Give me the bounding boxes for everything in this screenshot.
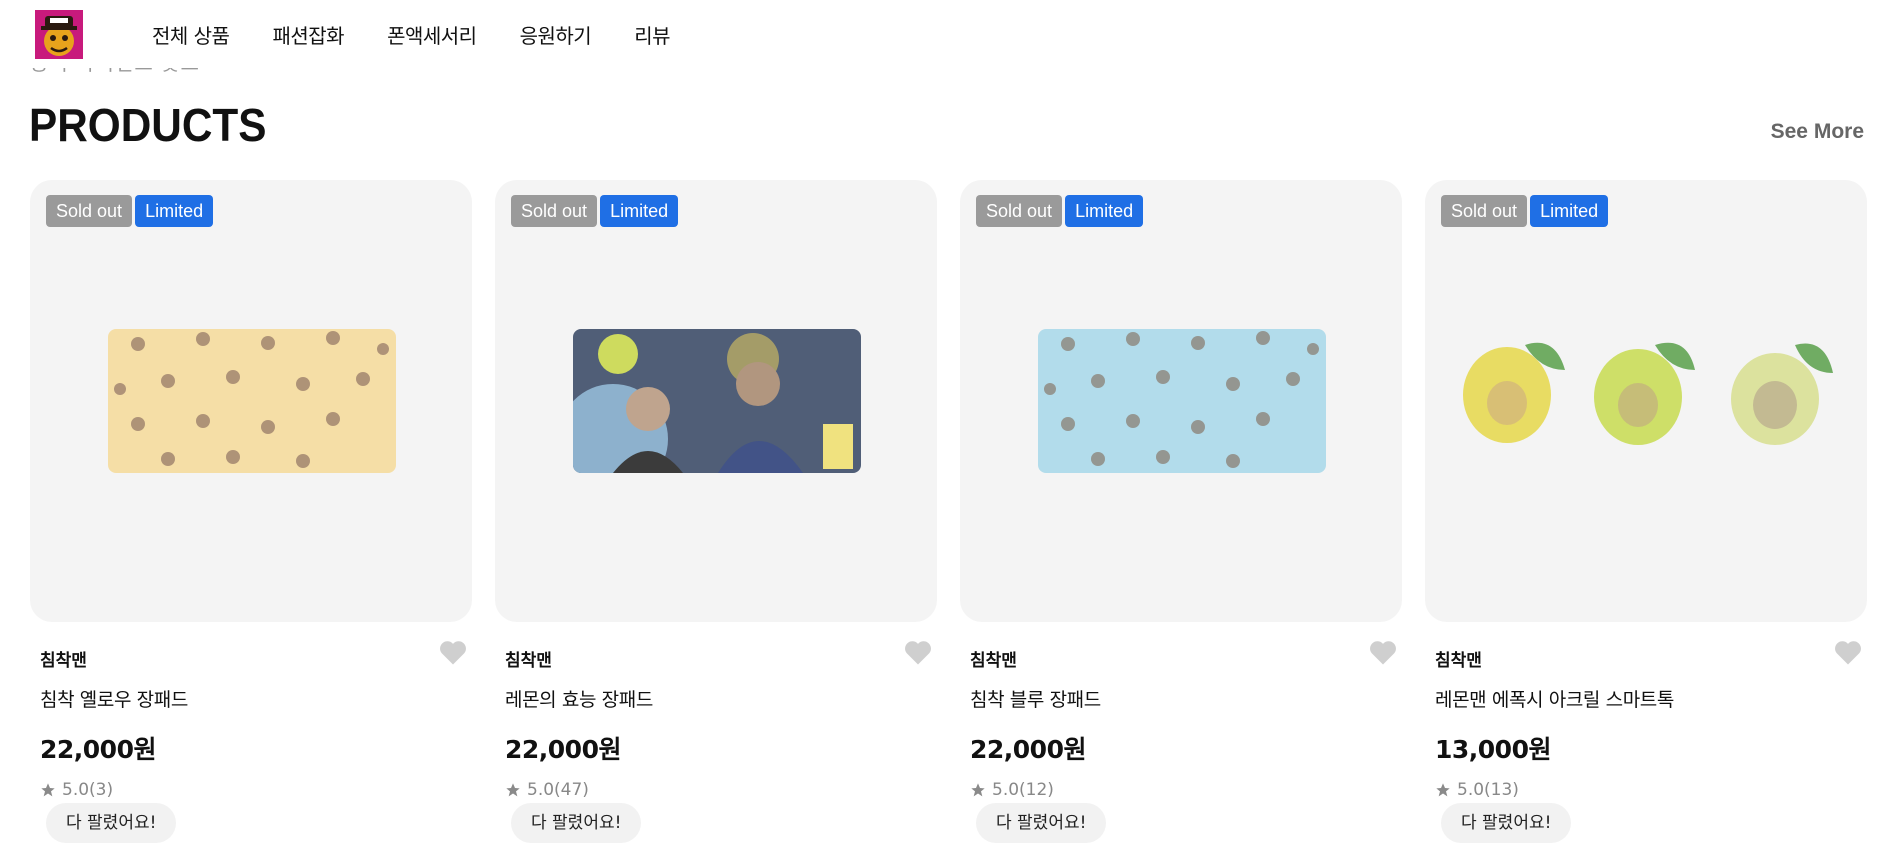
main-nav: 전체 상품 패션잡화 폰액세서리 응원하기 리뷰 (152, 20, 713, 49)
star-icon (506, 783, 520, 797)
product-image (1455, 315, 1845, 475)
limited-badge: Limited (1530, 195, 1609, 227)
heart-icon[interactable] (1368, 638, 1398, 666)
heart-icon[interactable] (903, 638, 933, 666)
limited-badge: Limited (135, 195, 214, 227)
product-brand: 침착맨 (505, 651, 552, 671)
product-price: 22,000원 (40, 735, 156, 764)
soldout-badge: Sold out (1441, 195, 1528, 227)
sold-out-button[interactable]: 다 팔렸어요! (511, 803, 642, 843)
nav-item-review[interactable]: 리뷰 (634, 20, 670, 49)
soldout-badge: Sold out (46, 195, 133, 227)
rating-value: 5.0 (1457, 780, 1485, 800)
product-info: 침착맨 침착 블루 장패드 22,000원 5.0 (12) (970, 641, 1402, 800)
soldout-badge: Sold out (511, 195, 598, 227)
product-brand: 침착맨 (40, 651, 87, 671)
review-count: (3) (89, 780, 114, 800)
star-icon (1436, 783, 1450, 797)
nav-item-phone-accessories[interactable]: 폰액세서리 (387, 20, 477, 49)
badge-group: Sold out Limited (1441, 195, 1609, 227)
star-icon (971, 783, 985, 797)
product-info: 침착맨 레몬맨 에폭시 아크릴 스마트톡 13,000원 5.0 (13) (1435, 641, 1867, 800)
rating-value: 5.0 (527, 780, 555, 800)
product-name[interactable]: 침착 블루 장패드 (970, 685, 1402, 712)
badge-group: Sold out Limited (46, 195, 214, 227)
product-name[interactable]: 레몬의 효능 장패드 (505, 685, 937, 712)
product-price: 22,000원 (970, 735, 1086, 764)
badge-group: Sold out Limited (976, 195, 1144, 227)
product-image (1038, 329, 1326, 473)
product-thumbnail[interactable]: Sold out Limited (495, 180, 937, 622)
section-title: PRODUCTS (29, 99, 267, 151)
product-thumbnail[interactable]: Sold out Limited (960, 180, 1402, 622)
sold-out-button[interactable]: 다 팔렸어요! (1441, 803, 1572, 843)
product-image (108, 329, 396, 473)
review-count: (47) (554, 780, 589, 800)
review-count: (13) (1484, 780, 1519, 800)
product-rating: 5.0 (12) (970, 780, 1402, 800)
product-info: 침착맨 침착 옐로우 장패드 22,000원 5.0 (3) (40, 641, 472, 800)
product-rating: 5.0 (13) (1435, 780, 1867, 800)
product-price: 22,000원 (505, 735, 621, 764)
product-brand: 침착맨 (970, 651, 1017, 671)
heart-icon[interactable] (438, 638, 468, 666)
product-rating: 5.0 (3) (40, 780, 472, 800)
limited-badge: Limited (1065, 195, 1144, 227)
product-info: 침착맨 레몬의 효능 장패드 22,000원 5.0 (47) (505, 641, 937, 800)
brand-logo[interactable] (35, 10, 83, 59)
product-image (573, 329, 861, 473)
sold-out-button[interactable]: 다 팔렸어요! (46, 803, 177, 843)
see-more-link[interactable]: See More (1771, 120, 1864, 144)
product-name[interactable]: 레몬맨 에폭시 아크릴 스마트톡 (1435, 685, 1867, 712)
heart-icon[interactable] (1833, 638, 1863, 666)
nav-item-all-products[interactable]: 전체 상품 (152, 20, 230, 49)
product-thumbnail[interactable]: Sold out Limited (1425, 180, 1867, 622)
site-header: 전체 상품 패션잡화 폰액세서리 응원하기 리뷰 (0, 0, 1884, 68)
review-count: (12) (1019, 780, 1054, 800)
product-thumbnail[interactable]: Sold out Limited (30, 180, 472, 622)
product-price: 13,000원 (1435, 735, 1551, 764)
product-name[interactable]: 침착 옐로우 장패드 (40, 685, 472, 712)
rating-value: 5.0 (62, 780, 90, 800)
star-icon (41, 783, 55, 797)
limited-badge: Limited (600, 195, 679, 227)
nav-item-fashion[interactable]: 패션잡화 (272, 20, 344, 49)
product-brand: 침착맨 (1435, 651, 1482, 671)
nav-item-support[interactable]: 응원하기 (520, 20, 592, 49)
badge-group: Sold out Limited (511, 195, 679, 227)
product-rating: 5.0 (47) (505, 780, 937, 800)
soldout-badge: Sold out (976, 195, 1063, 227)
sold-out-button[interactable]: 다 팔렸어요! (976, 803, 1107, 843)
rating-value: 5.0 (992, 780, 1020, 800)
